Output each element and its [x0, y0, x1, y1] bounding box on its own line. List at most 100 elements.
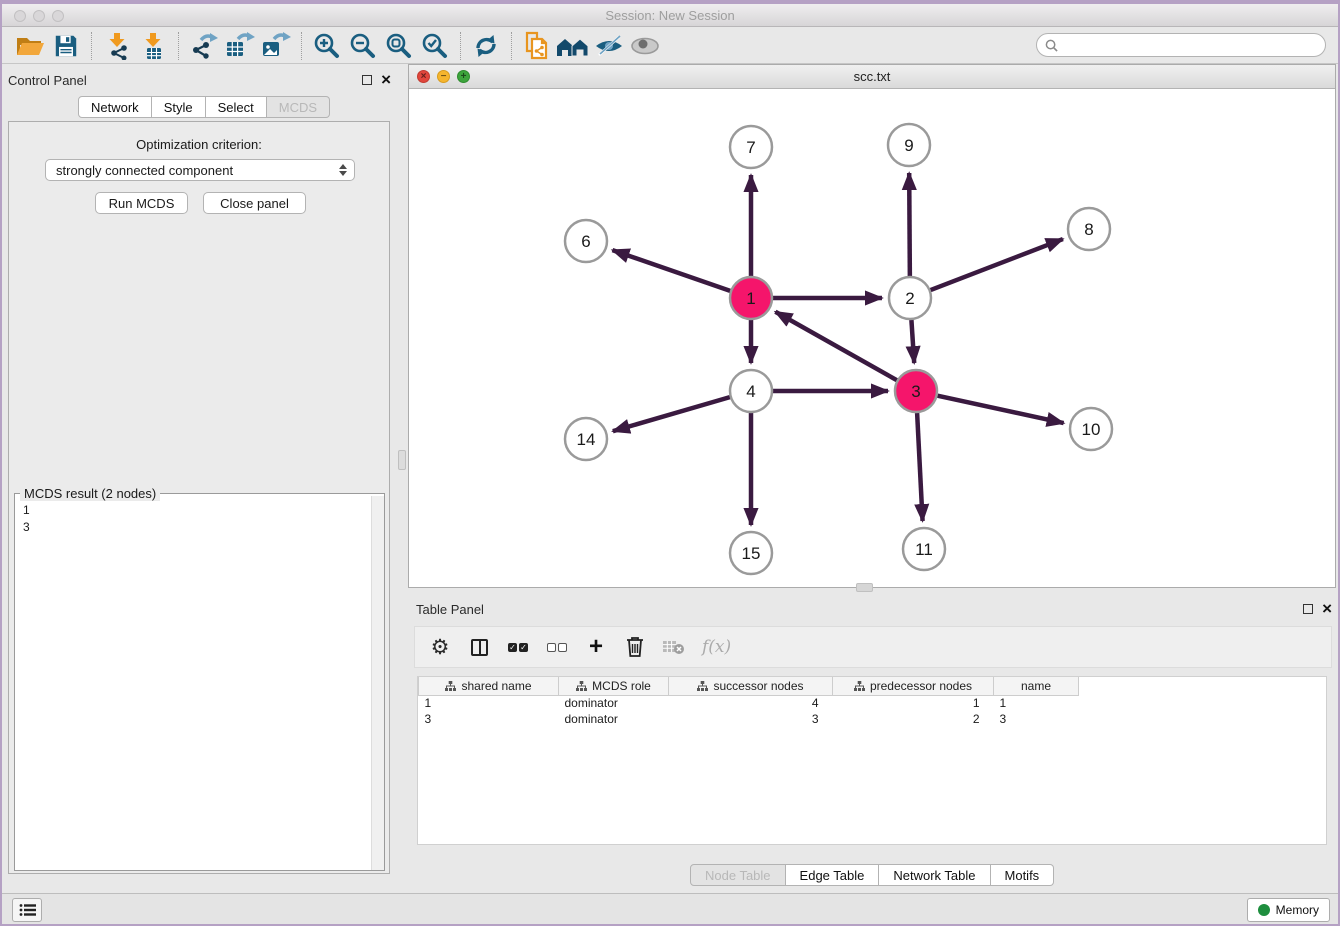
- float-table-panel-icon[interactable]: [1303, 604, 1313, 614]
- graph-node-9[interactable]: 9: [888, 124, 930, 166]
- refresh-view-button[interactable]: [468, 30, 504, 62]
- criterion-dropdown[interactable]: strongly connected component: [45, 159, 355, 181]
- graph-node-7[interactable]: 7: [730, 126, 772, 168]
- tab-edge-table[interactable]: Edge Table: [786, 864, 880, 886]
- save-session-button[interactable]: [48, 30, 84, 62]
- network-close-icon[interactable]: ×: [417, 70, 430, 83]
- tab-mcds[interactable]: MCDS: [267, 96, 330, 118]
- tab-node-table[interactable]: Node Table: [690, 864, 786, 886]
- graph-node-14[interactable]: 14: [565, 418, 607, 460]
- table-settings-button[interactable]: ⚙: [429, 632, 451, 662]
- table-cell[interactable]: 4: [669, 695, 833, 711]
- column-header-name[interactable]: name: [994, 677, 1079, 695]
- main-toolbar: [2, 28, 1338, 64]
- zoom-fit-button[interactable]: [381, 30, 417, 62]
- hide-selected-button[interactable]: [591, 30, 627, 62]
- vertical-splitter-handle[interactable]: [398, 450, 406, 470]
- zoom-in-button[interactable]: [309, 30, 345, 62]
- tab-select[interactable]: Select: [206, 96, 267, 118]
- clone-network-icon: [523, 31, 551, 61]
- network-minimize-icon[interactable]: −: [437, 70, 450, 83]
- svg-text:10: 10: [1082, 420, 1101, 439]
- close-table-panel-icon[interactable]: ×: [1322, 604, 1332, 614]
- network-maximize-icon[interactable]: +: [457, 70, 470, 83]
- network-view-titlebar[interactable]: × − + scc.txt: [409, 65, 1335, 89]
- column-header-predecessor-nodes[interactable]: predecessor nodes: [833, 677, 994, 695]
- tab-network-table[interactable]: Network Table: [879, 864, 990, 886]
- table-cell[interactable]: 1: [833, 695, 994, 711]
- export-image-button[interactable]: [258, 30, 294, 62]
- open-session-button[interactable]: [12, 30, 48, 62]
- show-all-networks-button[interactable]: [555, 30, 591, 62]
- import-table-icon: [139, 32, 167, 60]
- svg-text:6: 6: [581, 232, 590, 251]
- new-network-from-selection-button[interactable]: [519, 30, 555, 62]
- search-input[interactable]: [1063, 37, 1325, 53]
- close-panel-button[interactable]: Close panel: [203, 192, 306, 214]
- column-header-shared-name[interactable]: shared name: [419, 677, 559, 695]
- graph-node-10[interactable]: 10: [1070, 408, 1112, 450]
- close-window-icon[interactable]: [14, 10, 26, 22]
- export-table-button[interactable]: [222, 30, 258, 62]
- create-column-button[interactable]: +: [585, 632, 607, 662]
- graph-node-2[interactable]: 2: [889, 277, 931, 319]
- search-icon: [1045, 39, 1058, 52]
- table-cell[interactable]: 2: [833, 711, 994, 727]
- graph-edge-2-9[interactable]: [909, 173, 910, 276]
- toolbar-separator: [178, 32, 179, 60]
- tab-motifs[interactable]: Motifs: [991, 864, 1055, 886]
- maximize-window-icon[interactable]: [52, 10, 64, 22]
- shared-column-icon: [576, 681, 587, 691]
- horizontal-splitter-handle[interactable]: [856, 583, 873, 592]
- zoom-out-button[interactable]: [345, 30, 381, 62]
- search-field[interactable]: [1036, 33, 1326, 57]
- tab-network[interactable]: Network: [78, 96, 152, 118]
- float-panel-icon[interactable]: [362, 75, 372, 85]
- table-cell[interactable]: 3: [669, 711, 833, 727]
- minimize-window-icon[interactable]: [33, 10, 45, 22]
- graph-edge-3-1[interactable]: [775, 312, 896, 380]
- column-header-MCDS-role[interactable]: MCDS role: [559, 677, 669, 695]
- tab-style[interactable]: Style: [152, 96, 206, 118]
- graph-node-8[interactable]: 8: [1068, 208, 1110, 250]
- close-panel-icon[interactable]: ×: [381, 75, 391, 85]
- graph-edge-1-6[interactable]: [612, 250, 730, 291]
- export-network-button[interactable]: [186, 30, 222, 62]
- run-mcds-button[interactable]: Run MCDS: [95, 192, 188, 214]
- graph-node-11[interactable]: 11: [903, 528, 945, 570]
- import-network-button[interactable]: [99, 30, 135, 62]
- graph-edge-2-3[interactable]: [911, 320, 914, 363]
- network-canvas[interactable]: 7 9 6 8 1 2 4 3 14 10 15 11: [409, 89, 1335, 587]
- graph-edge-4-14[interactable]: [613, 397, 730, 431]
- show-columns-button[interactable]: [468, 632, 490, 662]
- import-table-button[interactable]: [135, 30, 171, 62]
- deselect-all-button[interactable]: [546, 632, 568, 662]
- delete-column-icon: [663, 639, 685, 655]
- graph-node-3[interactable]: 3: [895, 370, 937, 412]
- column-header-successor-nodes[interactable]: successor nodes: [669, 677, 833, 695]
- graph-edge-2-8[interactable]: [931, 239, 1063, 290]
- table-row[interactable]: 3dominator323: [419, 711, 1079, 727]
- table-cell[interactable]: 1: [994, 695, 1079, 711]
- table-cell[interactable]: dominator: [559, 695, 669, 711]
- control-panel-title: Control Panel: [8, 73, 87, 88]
- svg-text:11: 11: [915, 540, 933, 559]
- graph-edge-3-10[interactable]: [937, 396, 1063, 423]
- graph-node-15[interactable]: 15: [730, 532, 772, 574]
- mcds-result-scrollbar[interactable]: [371, 496, 384, 870]
- graph-node-6[interactable]: 6: [565, 220, 607, 262]
- table-cell[interactable]: 3: [419, 711, 559, 727]
- select-all-button[interactable]: ✓✓: [507, 632, 529, 662]
- show-hidden-button[interactable]: [627, 30, 663, 62]
- table-cell[interactable]: 3: [994, 711, 1079, 727]
- graph-edge-3-11[interactable]: [917, 413, 922, 521]
- graph-node-4[interactable]: 4: [730, 370, 772, 412]
- graph-node-1[interactable]: 1: [730, 277, 772, 319]
- zoom-selected-button[interactable]: [417, 30, 453, 62]
- table-cell[interactable]: 1: [419, 695, 559, 711]
- memory-button[interactable]: Memory: [1247, 898, 1330, 922]
- table-row[interactable]: 1dominator411: [419, 695, 1079, 711]
- table-cell[interactable]: dominator: [559, 711, 669, 727]
- tasks-button[interactable]: [12, 898, 42, 922]
- delete-rows-button[interactable]: [624, 632, 646, 662]
